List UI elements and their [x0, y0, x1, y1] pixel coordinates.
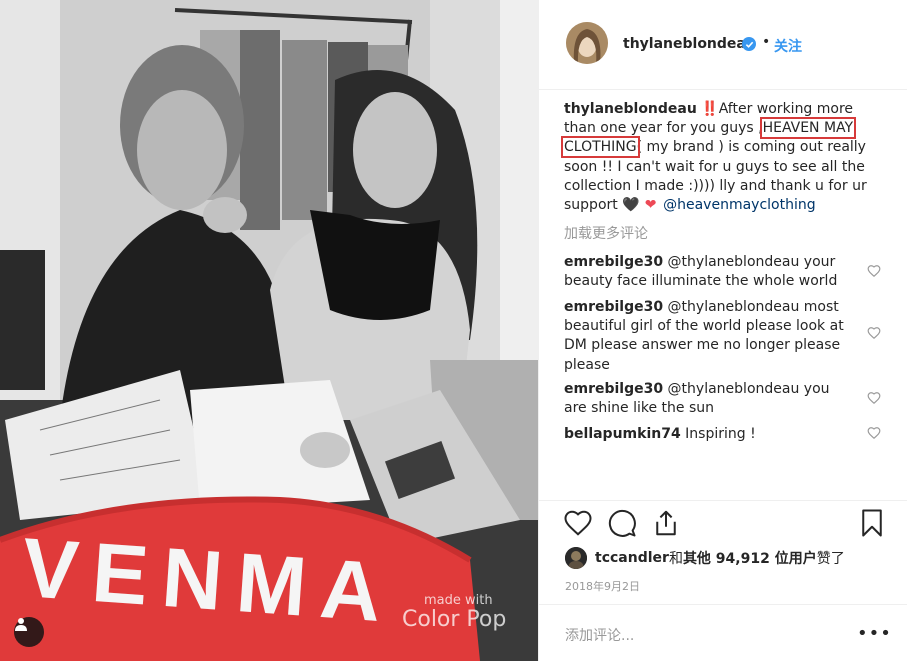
- comment-item: emrebilge30 @thylaneblondeau you are shi…: [564, 381, 830, 417]
- liker-username[interactable]: tccandler: [595, 550, 669, 566]
- highlight-brand-2: CLOTHING: [561, 136, 640, 159]
- red-heart-icon: ❤: [644, 197, 657, 214]
- action-bar: [539, 500, 907, 544]
- comment-item: emrebilge30 @thylaneblondeau most beauti…: [564, 299, 844, 373]
- separator-dot: •: [762, 34, 771, 50]
- comment-like-heart-icon[interactable]: [867, 426, 881, 440]
- add-comment-input[interactable]: 添加评论...: [565, 625, 634, 645]
- comment-username[interactable]: emrebilge30: [564, 254, 663, 270]
- likes-count-link[interactable]: 其他 94,912 位用户: [683, 548, 817, 568]
- header-username[interactable]: thylaneblondeau: [623, 36, 756, 52]
- bookmark-save-icon[interactable]: [857, 508, 887, 538]
- post-photo[interactable]: VENMA made with Color Pop: [0, 0, 538, 661]
- comment-like-heart-icon[interactable]: [867, 391, 881, 405]
- comment-like-heart-icon[interactable]: [867, 326, 881, 340]
- caption-username[interactable]: thylaneblondeau: [564, 101, 697, 117]
- highlight-brand-1: HEAVEN MAY: [759, 117, 857, 140]
- post-header: thylaneblondeau • 关注: [539, 0, 907, 90]
- comment-username[interactable]: emrebilge30: [564, 381, 663, 397]
- like-heart-icon[interactable]: [563, 508, 593, 538]
- post-caption: thylaneblondeau ‼️After working more tha…: [561, 100, 870, 215]
- liker-avatar[interactable]: [565, 547, 587, 569]
- comment-item: bellapumkin74 Inspiring !: [564, 426, 756, 442]
- tagged-users-button[interactable]: [14, 617, 44, 647]
- comment-like-heart-icon[interactable]: [867, 264, 881, 278]
- post-sidebar: thylaneblondeau • 关注 thylaneblondeau ‼️A…: [538, 0, 907, 661]
- caption-mention-link[interactable]: @heavenmayclothing: [663, 197, 816, 213]
- add-comment-bar: 添加评论... •••: [539, 604, 907, 661]
- verified-badge-icon: [742, 37, 756, 51]
- load-more-comments[interactable]: 加载更多评论: [564, 223, 648, 243]
- comment-item: emrebilge30 @thylaneblondeau your beauty…: [564, 254, 838, 290]
- likes-summary: tccandler 和 其他 94,912 位用户 赞了: [565, 545, 845, 571]
- avatar[interactable]: [566, 22, 608, 64]
- follow-button[interactable]: 关注: [774, 36, 802, 56]
- share-upload-icon[interactable]: [651, 508, 681, 538]
- comment-username[interactable]: bellapumkin74: [564, 426, 681, 442]
- avatar-image: [566, 22, 608, 64]
- comment-bubble-icon[interactable]: [607, 508, 637, 538]
- comment-username[interactable]: emrebilge30: [564, 299, 663, 315]
- user-icon: [15, 618, 27, 631]
- post-date: 2018年9月2日: [565, 580, 640, 593]
- black-heart-icon: 🖤: [622, 197, 640, 214]
- more-options-icon[interactable]: •••: [857, 623, 892, 644]
- colorpop-watermark: made with Color Pop: [402, 593, 507, 632]
